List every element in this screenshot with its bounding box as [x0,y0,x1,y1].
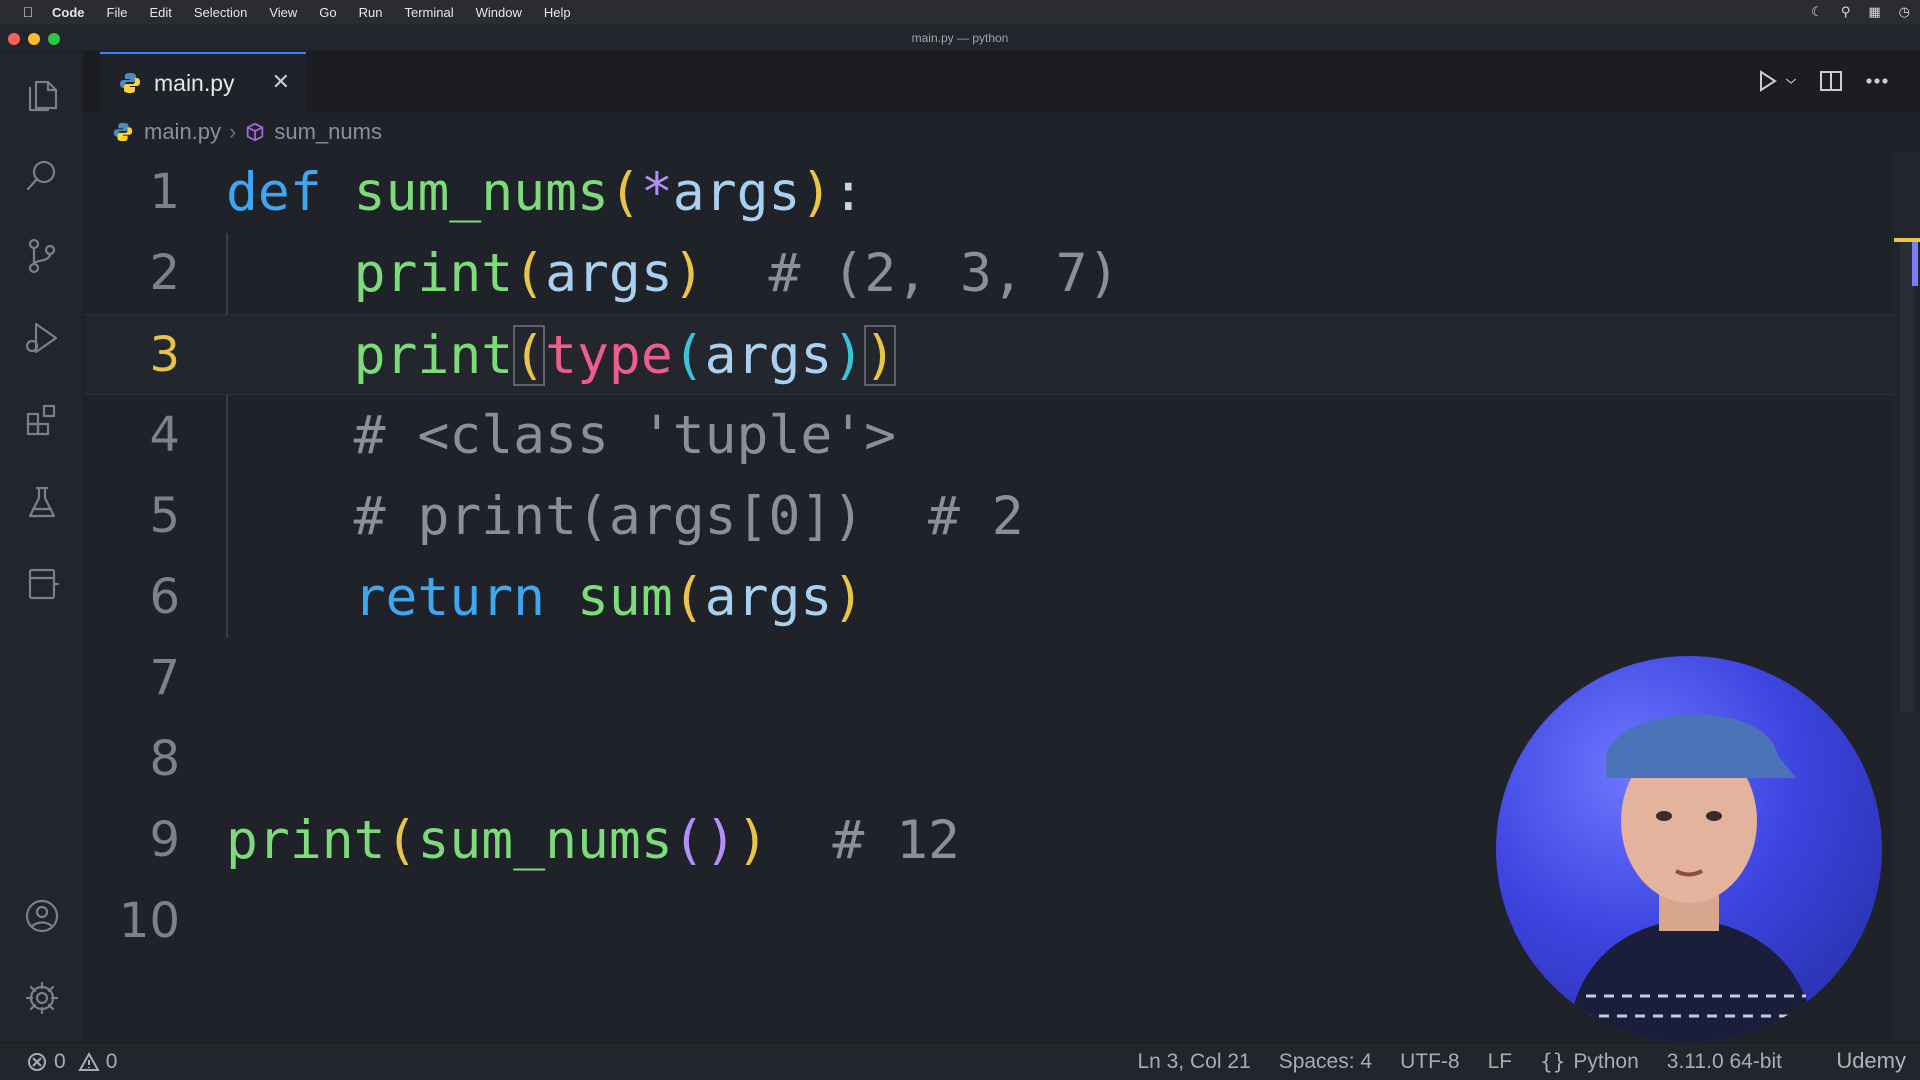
menu-go[interactable]: Go [319,5,336,20]
line-number: 1 [149,164,180,220]
code-line-3[interactable]: 3 print(type(args)) [84,314,1894,395]
line-number: 10 [118,893,180,949]
menu-run[interactable]: Run [359,5,383,20]
line-number: 8 [149,731,180,787]
menu-view[interactable]: View [269,5,297,20]
menubar-status-icons: ☾ ⚲ ▦ ◷ [1811,0,1910,24]
menu-terminal[interactable]: Terminal [405,5,454,20]
code-text: print(args) # (2, 3, 7) [353,243,1120,304]
code-line-6[interactable]: 6 return sum(args) [84,557,1894,638]
editor-actions [1754,68,1890,94]
warning-count: 0 [105,1049,118,1073]
language-mode[interactable]: {} Python [1540,1050,1639,1074]
function-symbol-icon [247,122,264,142]
code-text: print(type(args)) [353,325,897,386]
code-text: # <class 'tuple'> [226,405,897,466]
python-file-icon [120,73,140,93]
breadcrumb: main.py › sum_nums [84,112,1920,152]
error-icon [28,1052,46,1071]
chevron-down-icon[interactable] [1784,68,1798,94]
udemy-watermark: Udemy [1836,1048,1906,1073]
end-of-line[interactable]: LF [1488,1050,1513,1074]
window-title: main.py — python [911,31,1009,45]
code-line-1[interactable]: 1 def sum_nums(*args): [84,152,1894,233]
menu-bar:  Code File Edit Selection View Go Run T… [0,0,1920,24]
more-actions-icon[interactable] [1864,68,1890,94]
line-number: 9 [149,812,180,868]
code-text: return sum(args) [353,567,865,628]
webcam-overlay [1496,656,1882,1042]
line-number: 5 [149,488,180,544]
line-number: 4 [149,407,180,463]
run-debug-icon[interactable] [18,314,66,362]
braces-icon: {} [1540,1049,1566,1074]
extensions-icon[interactable] [18,396,66,444]
window-title-bar: main.py — python [0,24,1920,52]
cursor-position[interactable]: Ln 3, Col 21 [1137,1050,1250,1074]
line-number: 7 [149,650,180,706]
tab-label: main.py [154,69,235,96]
tab-main-py[interactable]: main.py ✕ [100,52,306,112]
encoding[interactable]: UTF-8 [1400,1050,1460,1074]
menu-app-code[interactable]: Code [52,5,85,20]
menu-help[interactable]: Help [544,5,571,20]
indentation[interactable]: Spaces: 4 [1279,1050,1372,1074]
control-center-icon[interactable]: ▦ [1868,4,1880,20]
breadcrumb-file[interactable]: main.py [144,119,221,145]
source-control-icon[interactable] [18,232,66,280]
line-number-active: 3 [149,327,180,383]
modified-marker [1912,242,1918,286]
status-bar-right: Ln 3, Col 21 Spaces: 4 UTF-8 LF {} Pytho… [1137,1050,1900,1074]
presenter-image [1566,714,1816,1042]
code-line-4[interactable]: 4 # <class 'tuple'> [84,395,1894,476]
activity-bar [0,52,84,1042]
account-icon[interactable] [18,892,66,940]
testing-icon[interactable] [18,478,66,526]
breadcrumb-symbol[interactable]: sum_nums [274,119,382,145]
moon-icon[interactable]: ☾ [1811,4,1823,20]
warning-icon [77,1051,100,1071]
split-editor-icon[interactable] [1818,68,1844,94]
explorer-icon[interactable] [18,72,66,120]
line-number: 2 [149,245,180,301]
python-interpreter[interactable]: 3.11.0 64-bit [1667,1050,1782,1074]
python-file-icon [113,122,133,142]
run-python-file-icon[interactable] [1754,68,1780,94]
settings-gear-icon[interactable] [18,974,66,1022]
code-text: def sum_nums(*args): [226,162,865,223]
close-tab-icon[interactable]: ✕ [272,70,290,94]
language-label: Python [1573,1049,1639,1073]
breadcrumb-separator: › [229,119,237,144]
code-text: # print(args[0]) # 2 [226,486,1024,547]
status-bar: 0 0 Ln 3, Col 21 Spaces: 4 UTF-8 LF {} P… [0,1042,1920,1080]
menu-window[interactable]: Window [476,5,522,20]
scrollbar-thumb[interactable] [1900,242,1914,712]
clock-icon[interactable]: ◷ [1899,4,1910,20]
search-icon[interactable]: ⚲ [1841,4,1851,20]
code-text: print(sum_nums()) # 12 [226,810,960,871]
editor-tab-bar: main.py ✕ [84,52,1920,112]
code-line-2[interactable]: 2 print(args) # (2, 3, 7) [84,233,1894,314]
notebook-icon[interactable] [18,560,66,608]
menu-selection[interactable]: Selection [194,5,247,20]
search-icon[interactable] [18,152,66,200]
editor-scrollbar[interactable] [1894,152,1920,1040]
line-number: 6 [149,569,180,625]
menu-edit[interactable]: Edit [149,5,171,20]
apple-icon[interactable]:  [18,4,38,20]
code-line-5[interactable]: 5 # print(args[0]) # 2 [84,476,1894,557]
problems-indicator[interactable]: 0 0 [26,1050,117,1074]
error-count: 0 [54,1049,66,1073]
menu-file[interactable]: File [107,5,128,20]
